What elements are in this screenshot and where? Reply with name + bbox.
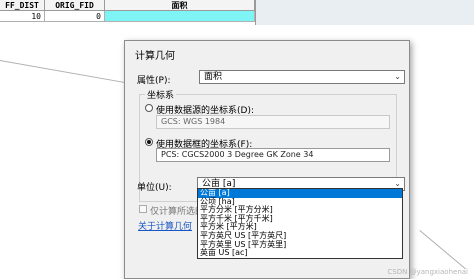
unit-dropdown-list: 公亩 [a] 公顷 [ha] 平方分米 [平方分米] 平方千米 [平方千米] 平… <box>197 188 403 259</box>
selected-only-checkbox[interactable] <box>139 205 147 213</box>
table-row[interactable]: 10 0 <box>0 11 255 22</box>
table-cell-orig-fid[interactable]: 0 <box>45 11 105 22</box>
watermark-text: CSDN @yangxiaohenai <box>387 268 468 276</box>
unit-label: 单位(U): <box>137 183 172 193</box>
about-link[interactable]: 关于计算几何 <box>138 219 192 232</box>
source-cs-field: GCS: WGS 1984 <box>156 115 390 129</box>
table-header-row: FF_DIST ORIG_FID 面积 <box>0 0 255 11</box>
table-cell-ff-dist[interactable]: 10 <box>0 11 45 22</box>
frame-cs-field: PCS: CGCS2000 3 Degree GK Zone 34 <box>156 148 390 162</box>
column-header-area[interactable]: 面积 <box>105 0 255 11</box>
dialog-title: 计算几何 <box>135 51 175 62</box>
property-value: 面积 <box>204 72 223 82</box>
property-select[interactable]: 面积 ⌄ <box>199 70 405 84</box>
column-header-orig-fid[interactable]: ORIG_FID <box>45 0 105 11</box>
column-header-ff-dist[interactable]: FF_DIST <box>0 0 45 11</box>
unit-option[interactable]: 英亩 US [ac] <box>198 249 402 258</box>
radio-source-cs[interactable] <box>145 104 153 112</box>
group-title: 坐标系 <box>145 88 177 101</box>
chevron-down-icon[interactable]: ⌄ <box>394 71 401 83</box>
radio-frame-cs[interactable] <box>145 138 153 146</box>
table-empty-area <box>255 0 474 25</box>
table-cell-area[interactable] <box>105 11 255 22</box>
property-label: 属性(P): <box>137 76 171 86</box>
